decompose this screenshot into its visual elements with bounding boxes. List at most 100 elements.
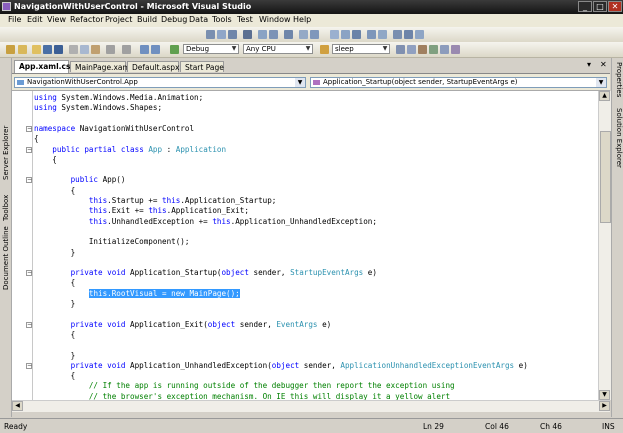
size-icon[interactable]: [269, 30, 278, 39]
code-line[interactable]: this.Startup += this.Application_Startup…: [34, 196, 276, 206]
find-in-files-icon[interactable]: [320, 45, 329, 54]
solution-explorer-icon[interactable]: [396, 45, 405, 54]
start-page-icon[interactable]: [440, 45, 449, 54]
indent-icon[interactable]: [367, 30, 376, 39]
menu-debug[interactable]: Debug: [161, 15, 187, 24]
member-combo[interactable]: Application_Startup(object sender, Start…: [310, 77, 607, 88]
code-line[interactable]: }: [34, 299, 76, 309]
code-line[interactable]: this.Exit += this.Application_Exit;: [34, 206, 249, 216]
object-browser-icon[interactable]: [418, 45, 427, 54]
grid-icon[interactable]: [299, 30, 308, 39]
code-line[interactable]: {: [34, 278, 76, 288]
minimize-button[interactable]: _: [578, 1, 592, 12]
menu-tools[interactable]: Tools: [212, 15, 232, 24]
navigate-forward-icon[interactable]: [151, 45, 160, 54]
toolbox-icon[interactable]: [429, 45, 438, 54]
scroll-thumb[interactable]: [600, 131, 611, 223]
comment-icon[interactable]: [341, 30, 350, 39]
menu-file[interactable]: File: [8, 15, 21, 24]
code-line[interactable]: }: [34, 351, 76, 361]
add-item-icon[interactable]: [18, 45, 27, 54]
tab-default-aspx[interactable]: Default.aspx: [127, 61, 180, 72]
code-line[interactable]: private void Application_UnhandledExcept…: [34, 361, 528, 371]
code-line[interactable]: {: [34, 371, 76, 381]
collapse-icon[interactable]: −: [26, 177, 32, 184]
undo-icon[interactable]: [106, 45, 115, 54]
tab-start-page[interactable]: Start Page: [180, 61, 224, 72]
server-explorer-tab[interactable]: Server Explorer: [2, 126, 10, 180]
code-line[interactable]: namespace NavigationWithUserControl: [34, 124, 194, 134]
code-line[interactable]: // the browser's exception mechanism. On…: [34, 392, 450, 400]
bookmark-clear-icon[interactable]: [415, 30, 424, 39]
snap-icon[interactable]: [310, 30, 319, 39]
tab-mainpage-xaml[interactable]: MainPage.xaml: [70, 61, 132, 72]
outdent-icon[interactable]: [378, 30, 387, 39]
document-outline-tab[interactable]: Document Outline: [2, 226, 10, 290]
maximize-button[interactable]: □: [593, 1, 607, 12]
format-icon[interactable]: [243, 30, 252, 39]
find-select[interactable]: sleep ▼: [332, 44, 390, 54]
code-line[interactable]: InitializeComponent();: [34, 237, 190, 247]
menu-edit[interactable]: Edit: [27, 15, 43, 24]
uncomment-icon[interactable]: [352, 30, 361, 39]
code-line[interactable]: // If the app is running outside of the …: [34, 381, 455, 391]
menu-view[interactable]: View: [47, 15, 66, 24]
code-line[interactable]: public App(): [34, 175, 126, 185]
menu-help[interactable]: Help: [293, 15, 311, 24]
scroll-up-icon[interactable]: ▲: [599, 91, 610, 101]
code-line[interactable]: {: [34, 134, 39, 144]
align-center-icon[interactable]: [217, 30, 226, 39]
spacing-icon[interactable]: [258, 30, 267, 39]
toolbox-tab[interactable]: Toolbox: [2, 195, 10, 221]
cut-icon[interactable]: [69, 45, 78, 54]
properties-tab[interactable]: Properties: [615, 62, 623, 97]
code-line[interactable]: using System.Windows.Media.Animation;: [34, 93, 203, 103]
scroll-down-icon[interactable]: ▼: [599, 390, 610, 400]
bookmark-next-icon[interactable]: [393, 30, 402, 39]
code-line[interactable]: this.RootVisual = new MainPage();: [34, 288, 240, 299]
code-line[interactable]: using System.Windows.Shapes;: [34, 103, 162, 113]
bookmark-icon[interactable]: [330, 30, 339, 39]
menu-project[interactable]: Project: [105, 15, 132, 24]
close-tab-icon[interactable]: ✕: [600, 60, 607, 69]
code-line[interactable]: }: [34, 248, 76, 258]
close-button[interactable]: ✕: [608, 1, 622, 12]
bookmark-prev-icon[interactable]: [404, 30, 413, 39]
align-icon[interactable]: [206, 30, 215, 39]
platform-select[interactable]: Any CPU ▼: [243, 44, 313, 54]
tab-list-icon[interactable]: ▾: [587, 60, 591, 69]
code-line[interactable]: {: [34, 330, 76, 340]
vertical-scrollbar[interactable]: ▲ ▼: [598, 91, 611, 400]
align-right-icon[interactable]: [228, 30, 237, 39]
copy-icon[interactable]: [80, 45, 89, 54]
redo-icon[interactable]: [122, 45, 131, 54]
code-line[interactable]: public partial class App : Application: [34, 145, 226, 155]
code-editor[interactable]: using System.Windows.Media.Animation; usi…: [12, 91, 598, 400]
menu-build[interactable]: Build: [137, 15, 157, 24]
collapse-icon[interactable]: −: [26, 146, 32, 153]
collapse-icon[interactable]: −: [26, 270, 32, 277]
menu-data[interactable]: Data: [189, 15, 208, 24]
properties-icon[interactable]: [407, 45, 416, 54]
code-line[interactable]: private void Application_Exit(object sen…: [34, 320, 332, 330]
solution-explorer-tab[interactable]: Solution Explorer: [615, 108, 623, 168]
menu-refactor[interactable]: Refactor: [70, 15, 104, 24]
scroll-left-icon[interactable]: ◀: [12, 401, 23, 411]
collapse-icon[interactable]: −: [26, 321, 32, 328]
collapse-icon[interactable]: −: [26, 125, 32, 132]
menu-window[interactable]: Window: [259, 15, 291, 24]
code-line[interactable]: private void Application_Startup(object …: [34, 268, 377, 278]
save-icon[interactable]: [43, 45, 52, 54]
type-combo[interactable]: NavigationWithUserControl.App ▼: [14, 77, 306, 88]
save-all-icon[interactable]: [54, 45, 63, 54]
code-line[interactable]: this.UnhandledException += this.Applicat…: [34, 217, 377, 227]
command-window-icon[interactable]: [451, 45, 460, 54]
scroll-right-icon[interactable]: ▶: [599, 401, 610, 411]
navigate-back-icon[interactable]: [140, 45, 149, 54]
order-icon[interactable]: [284, 30, 293, 39]
paste-icon[interactable]: [91, 45, 100, 54]
open-icon[interactable]: [32, 45, 41, 54]
start-debug-icon[interactable]: [170, 45, 179, 54]
menu-test[interactable]: Test: [237, 15, 253, 24]
code-line[interactable]: {: [34, 186, 76, 196]
